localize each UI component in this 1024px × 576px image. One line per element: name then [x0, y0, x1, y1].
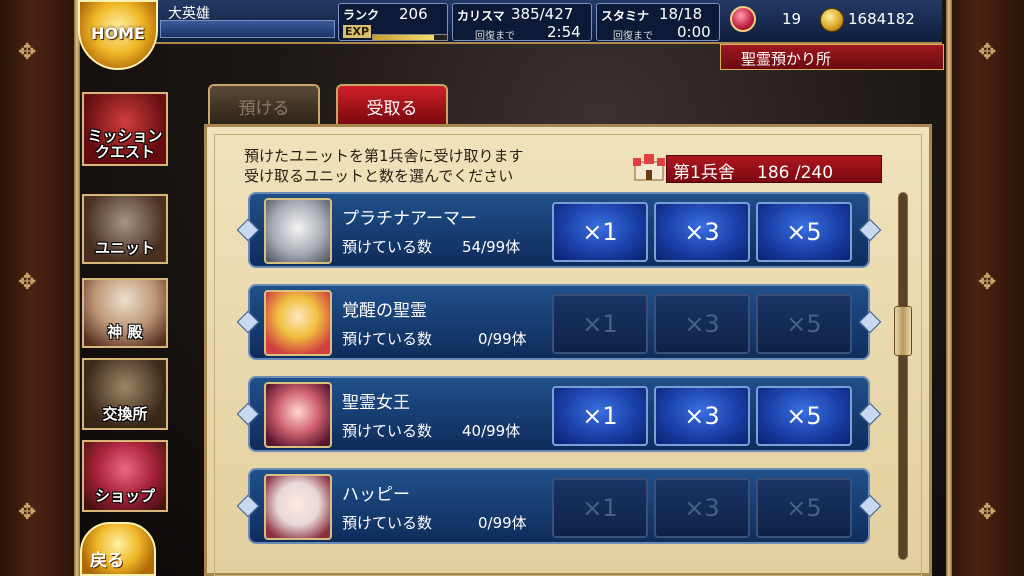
- receive-x5-button[interactable]: ×5: [756, 202, 852, 262]
- receive-x5-button[interactable]: ×5: [756, 478, 852, 538]
- unit-count: 0/99体: [478, 514, 527, 532]
- stamina-recover-time: 0:00: [677, 23, 711, 41]
- instructions: 預けたユニットを第1兵舎に受け取ります 受け取るユニットと数を選んでください: [244, 146, 524, 186]
- charisma-recover-time: 2:54: [547, 23, 581, 41]
- receive-x1-button[interactable]: ×1: [552, 294, 648, 354]
- charisma-box: カリスマ 385/427 回復まで 2:54: [452, 3, 592, 42]
- tab-receive[interactable]: 受取る: [336, 84, 448, 124]
- tab-deposit[interactable]: 預ける: [208, 84, 320, 124]
- receive-x3-button[interactable]: ×3: [654, 294, 750, 354]
- castle-icon: [633, 154, 665, 181]
- player-name-bar: [160, 20, 335, 38]
- back-button[interactable]: 戻る: [80, 522, 156, 576]
- receive-x1-button[interactable]: ×1: [552, 478, 648, 538]
- unit-name: プラチナアーマー: [342, 209, 477, 229]
- unit-row: 覚醒の聖霊 預けている数 0/99体 ×1 ×3 ×5: [248, 284, 870, 360]
- ornament-icon: ✥: [978, 40, 997, 65]
- receive-x3-button[interactable]: ×3: [654, 386, 750, 446]
- stamina-label: スタミナ: [601, 9, 650, 23]
- stamina-recover-label: 回復まで: [613, 31, 653, 42]
- ornament-icon: ✥: [978, 270, 997, 295]
- scrollbar-thumb[interactable]: [894, 306, 912, 356]
- unit-portrait: [264, 290, 332, 356]
- exp-bar-fill: [373, 35, 434, 40]
- barracks-count: 186 /240: [757, 163, 834, 183]
- side-menu-label: ユニット: [94, 239, 155, 257]
- side-menu-label: ミッション クエスト: [87, 127, 163, 161]
- receive-x1-button[interactable]: ×1: [552, 202, 648, 262]
- side-menu-label: 神 殿: [107, 323, 143, 341]
- temple-button[interactable]: 神 殿: [82, 278, 168, 348]
- ornament-icon: ✥: [978, 500, 997, 525]
- ornament-icon: ✥: [18, 40, 37, 65]
- unit-count: 54/99体: [462, 238, 521, 256]
- unit-count: 0/99体: [478, 330, 527, 348]
- right-frame: ✥ ✥ ✥: [946, 0, 1024, 576]
- receive-x3-button[interactable]: ×3: [654, 202, 750, 262]
- unit-name: 聖霊女王: [342, 393, 410, 413]
- scrollbar-track[interactable]: [898, 192, 908, 560]
- mission-quest-button[interactable]: ミッション クエスト: [82, 92, 168, 166]
- instruction-line: 受け取るユニットと数を選んでください: [244, 167, 514, 185]
- exchange-button[interactable]: 交換所: [82, 358, 168, 430]
- receive-x5-button[interactable]: ×5: [756, 386, 852, 446]
- charisma-label: カリスマ: [457, 9, 505, 23]
- unit-count-label: 預けている数: [342, 422, 433, 440]
- gem-icon: [730, 6, 756, 32]
- ornament-icon: ✥: [18, 270, 37, 295]
- instruction-line: 預けたユニットを第1兵舎に受け取ります: [244, 147, 524, 165]
- receive-x5-button[interactable]: ×5: [756, 294, 852, 354]
- charisma-value: 385/427: [511, 5, 574, 23]
- unit-count-label: 預けている数: [342, 514, 433, 532]
- shop-button[interactable]: ショップ: [82, 440, 168, 512]
- side-menu-label: ショップ: [94, 487, 155, 505]
- stamina-box: スタミナ 18/18 回復まで 0:00: [596, 3, 720, 42]
- unit-name: ハッピー: [342, 485, 410, 505]
- receive-x3-button[interactable]: ×3: [654, 478, 750, 538]
- unit-button[interactable]: ユニット: [82, 194, 168, 264]
- receive-x1-button[interactable]: ×1: [552, 386, 648, 446]
- gem-count: 19: [782, 10, 802, 28]
- unit-count-label: 預けている数: [342, 330, 433, 348]
- gold-count: 1684182: [848, 10, 915, 28]
- ornament-icon: ✥: [18, 500, 37, 525]
- unit-row: プラチナアーマー 預けている数 54/99体 ×1 ×3 ×5: [248, 192, 870, 268]
- side-menu-label: 交換所: [102, 405, 148, 423]
- unit-portrait: [264, 474, 332, 540]
- exp-label: EXP: [343, 25, 372, 38]
- unit-count-label: 預けている数: [342, 238, 433, 256]
- unit-name: 覚醒の聖霊: [342, 301, 427, 321]
- unit-row: 聖霊女王 預けている数 40/99体 ×1 ×3 ×5: [248, 376, 870, 452]
- unit-row: ハッピー 預けている数 0/99体 ×1 ×3 ×5: [248, 468, 870, 544]
- left-frame: ✥ ✥ ✥: [0, 0, 80, 576]
- rank-value: 206: [399, 5, 428, 23]
- gold-coin-icon: [820, 8, 844, 32]
- rank-label: ランク: [343, 8, 380, 22]
- stamina-value: 18/18: [659, 5, 703, 23]
- barracks-label: 第1兵舎: [673, 163, 735, 183]
- exp-bar: [372, 34, 448, 41]
- unit-portrait: [264, 198, 332, 264]
- unit-count: 40/99体: [462, 422, 521, 440]
- unit-portrait: [264, 382, 332, 448]
- charisma-recover-label: 回復まで: [475, 31, 515, 42]
- location-banner: 聖霊預かり所: [720, 44, 944, 70]
- barracks-capacity: 第1兵舎 186 /240: [666, 155, 882, 183]
